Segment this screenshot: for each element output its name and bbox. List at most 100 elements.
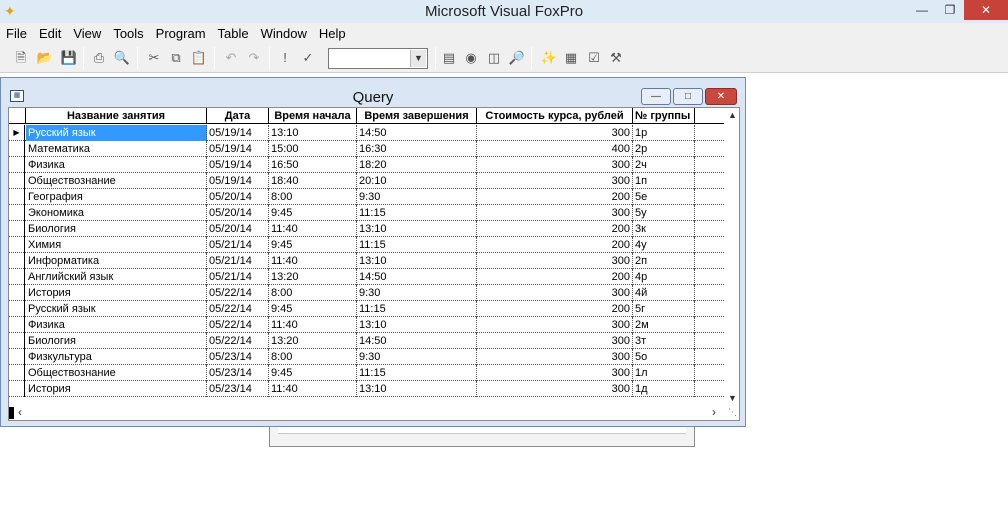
table-row[interactable]: Обществознание 05/19/14 18:40 20:10 300 1п (9, 173, 724, 189)
cell-name[interactable]: Биология (26, 221, 207, 237)
table-row[interactable]: Экономика 05/20/14 9:45 11:15 300 5у (9, 205, 724, 221)
cell-cost[interactable]: 300 (477, 157, 633, 173)
command-window-icon[interactable]: ▤ (440, 49, 458, 67)
cell-cost[interactable]: 200 (477, 221, 633, 237)
table-row[interactable]: Математика 05/19/14 15:00 16:30 400 2р (9, 141, 724, 157)
cell-name[interactable]: География (26, 189, 207, 205)
cell-end[interactable]: 11:15 (357, 237, 477, 253)
cell-date[interactable]: 05/22/14 (207, 317, 269, 333)
cell-name[interactable]: Русский язык (26, 301, 207, 317)
cell-cost[interactable]: 200 (477, 237, 633, 253)
paste-icon[interactable]: 📋 (190, 49, 208, 67)
cell-group[interactable]: 2ч (633, 157, 695, 173)
run-icon[interactable]: ! (276, 49, 294, 67)
cell-start[interactable]: 9:45 (269, 301, 357, 317)
cell-end[interactable]: 18:20 (357, 157, 477, 173)
record-selector[interactable] (9, 301, 25, 317)
cell-group[interactable]: 3к (633, 221, 695, 237)
class-icon[interactable]: ☑ (585, 49, 603, 67)
print-preview-icon[interactable]: 🔍 (113, 49, 131, 67)
menu-tools[interactable]: Tools (107, 26, 149, 41)
cell-name[interactable]: Обществознание (26, 173, 207, 189)
cell-group[interactable]: 1п (633, 173, 695, 189)
cell-group[interactable]: 1р (633, 125, 695, 141)
cell-end[interactable]: 11:15 (357, 365, 477, 381)
cell-group[interactable]: 4р (633, 269, 695, 285)
cut-icon[interactable]: ✂ (145, 49, 163, 67)
cell-name[interactable]: Информатика (26, 253, 207, 269)
cell-start[interactable]: 11:40 (269, 381, 357, 397)
table-row[interactable]: Биология 05/22/14 13:20 14:50 300 3т (9, 333, 724, 349)
cell-date[interactable]: 05/20/14 (207, 189, 269, 205)
table-row[interactable]: ▶ Русский язык 05/19/14 13:10 14:50 300 1р (9, 125, 724, 141)
new-icon[interactable]: 🗎 (12, 49, 30, 67)
cell-date[interactable]: 05/21/14 (207, 269, 269, 285)
cell-start[interactable]: 15:00 (269, 141, 357, 157)
cell-start[interactable]: 11:40 (269, 221, 357, 237)
record-selector[interactable] (9, 141, 25, 157)
cell-name[interactable]: Экономика (26, 205, 207, 221)
cell-date[interactable]: 05/21/14 (207, 237, 269, 253)
menu-file[interactable]: File (0, 26, 33, 41)
vertical-scrollbar[interactable]: ▲ ▼ (725, 108, 739, 405)
cell-group[interactable]: 4й (633, 285, 695, 301)
cell-date[interactable]: 05/22/14 (207, 333, 269, 349)
menu-table[interactable]: Table (212, 26, 255, 41)
col-header-date[interactable]: Дата (207, 108, 269, 124)
close-icon[interactable]: ✕ (964, 0, 1008, 20)
tools-icon[interactable]: ⚒ (607, 49, 625, 67)
cell-name[interactable]: Физика (26, 317, 207, 333)
cell-end[interactable]: 13:10 (357, 253, 477, 269)
cell-start[interactable]: 11:40 (269, 317, 357, 333)
record-selector[interactable] (9, 253, 25, 269)
cell-start[interactable]: 13:10 (269, 125, 357, 141)
copy-icon[interactable]: ⧉ (167, 49, 185, 67)
table-row[interactable]: Физика 05/22/14 11:40 13:10 300 2м (9, 317, 724, 333)
wizard-icon[interactable]: ✨ (540, 49, 558, 67)
save-icon[interactable]: 💾 (60, 49, 78, 67)
cell-start[interactable]: 9:45 (269, 205, 357, 221)
horizontal-scrollbar[interactable]: ‹ › (9, 405, 725, 420)
cell-cost[interactable]: 300 (477, 381, 633, 397)
record-selector[interactable] (9, 269, 25, 285)
browse-grid[interactable]: Название занятия Дата Время начала Время… (8, 107, 740, 421)
cell-date[interactable]: 05/19/14 (207, 141, 269, 157)
cell-group[interactable]: 5о (633, 349, 695, 365)
cell-group[interactable]: 5у (633, 205, 695, 221)
record-selector[interactable] (9, 349, 25, 365)
scroll-right-icon[interactable]: › (707, 405, 721, 420)
cell-name[interactable]: История (26, 381, 207, 397)
report-icon[interactable]: 🔎 (508, 49, 526, 67)
print-icon[interactable]: ⎙ (90, 49, 108, 67)
record-selector[interactable] (9, 173, 25, 189)
table-row[interactable]: Химия 05/21/14 9:45 11:15 200 4у (9, 237, 724, 253)
cell-date[interactable]: 05/20/14 (207, 221, 269, 237)
cell-name[interactable]: Математика (26, 141, 207, 157)
cell-date[interactable]: 05/22/14 (207, 285, 269, 301)
record-selector[interactable] (9, 205, 25, 221)
menu-edit[interactable]: Edit (33, 26, 67, 41)
record-selector[interactable] (9, 221, 25, 237)
query-title-bar[interactable]: ▦ Query — □ ✕ (1, 78, 745, 108)
chevron-down-icon[interactable]: ▼ (410, 50, 426, 67)
cell-end[interactable]: 14:50 (357, 269, 477, 285)
cell-start[interactable]: 8:00 (269, 285, 357, 301)
cell-end[interactable]: 9:30 (357, 349, 477, 365)
cell-name[interactable]: Физкультура (26, 349, 207, 365)
cell-group[interactable]: 2м (633, 317, 695, 333)
cell-end[interactable]: 14:50 (357, 333, 477, 349)
menu-help[interactable]: Help (313, 26, 352, 41)
table-row[interactable]: Английский язык 05/21/14 13:20 14:50 200 4р (9, 269, 724, 285)
cell-cost[interactable]: 300 (477, 333, 633, 349)
cell-cost[interactable]: 400 (477, 141, 633, 157)
col-header-cost[interactable]: Стоимость курса, рублей (477, 108, 633, 124)
record-selector[interactable] (9, 189, 25, 205)
cell-group[interactable]: 1д (633, 381, 695, 397)
table-row[interactable]: География 05/20/14 8:00 9:30 200 5е (9, 189, 724, 205)
cell-end[interactable]: 13:10 (357, 221, 477, 237)
menu-program[interactable]: Program (150, 26, 212, 41)
cell-end[interactable]: 13:10 (357, 381, 477, 397)
cell-start[interactable]: 8:00 (269, 349, 357, 365)
menu-window[interactable]: Window (255, 26, 313, 41)
table-row[interactable]: Обществознание 05/23/14 9:45 11:15 300 1л (9, 365, 724, 381)
